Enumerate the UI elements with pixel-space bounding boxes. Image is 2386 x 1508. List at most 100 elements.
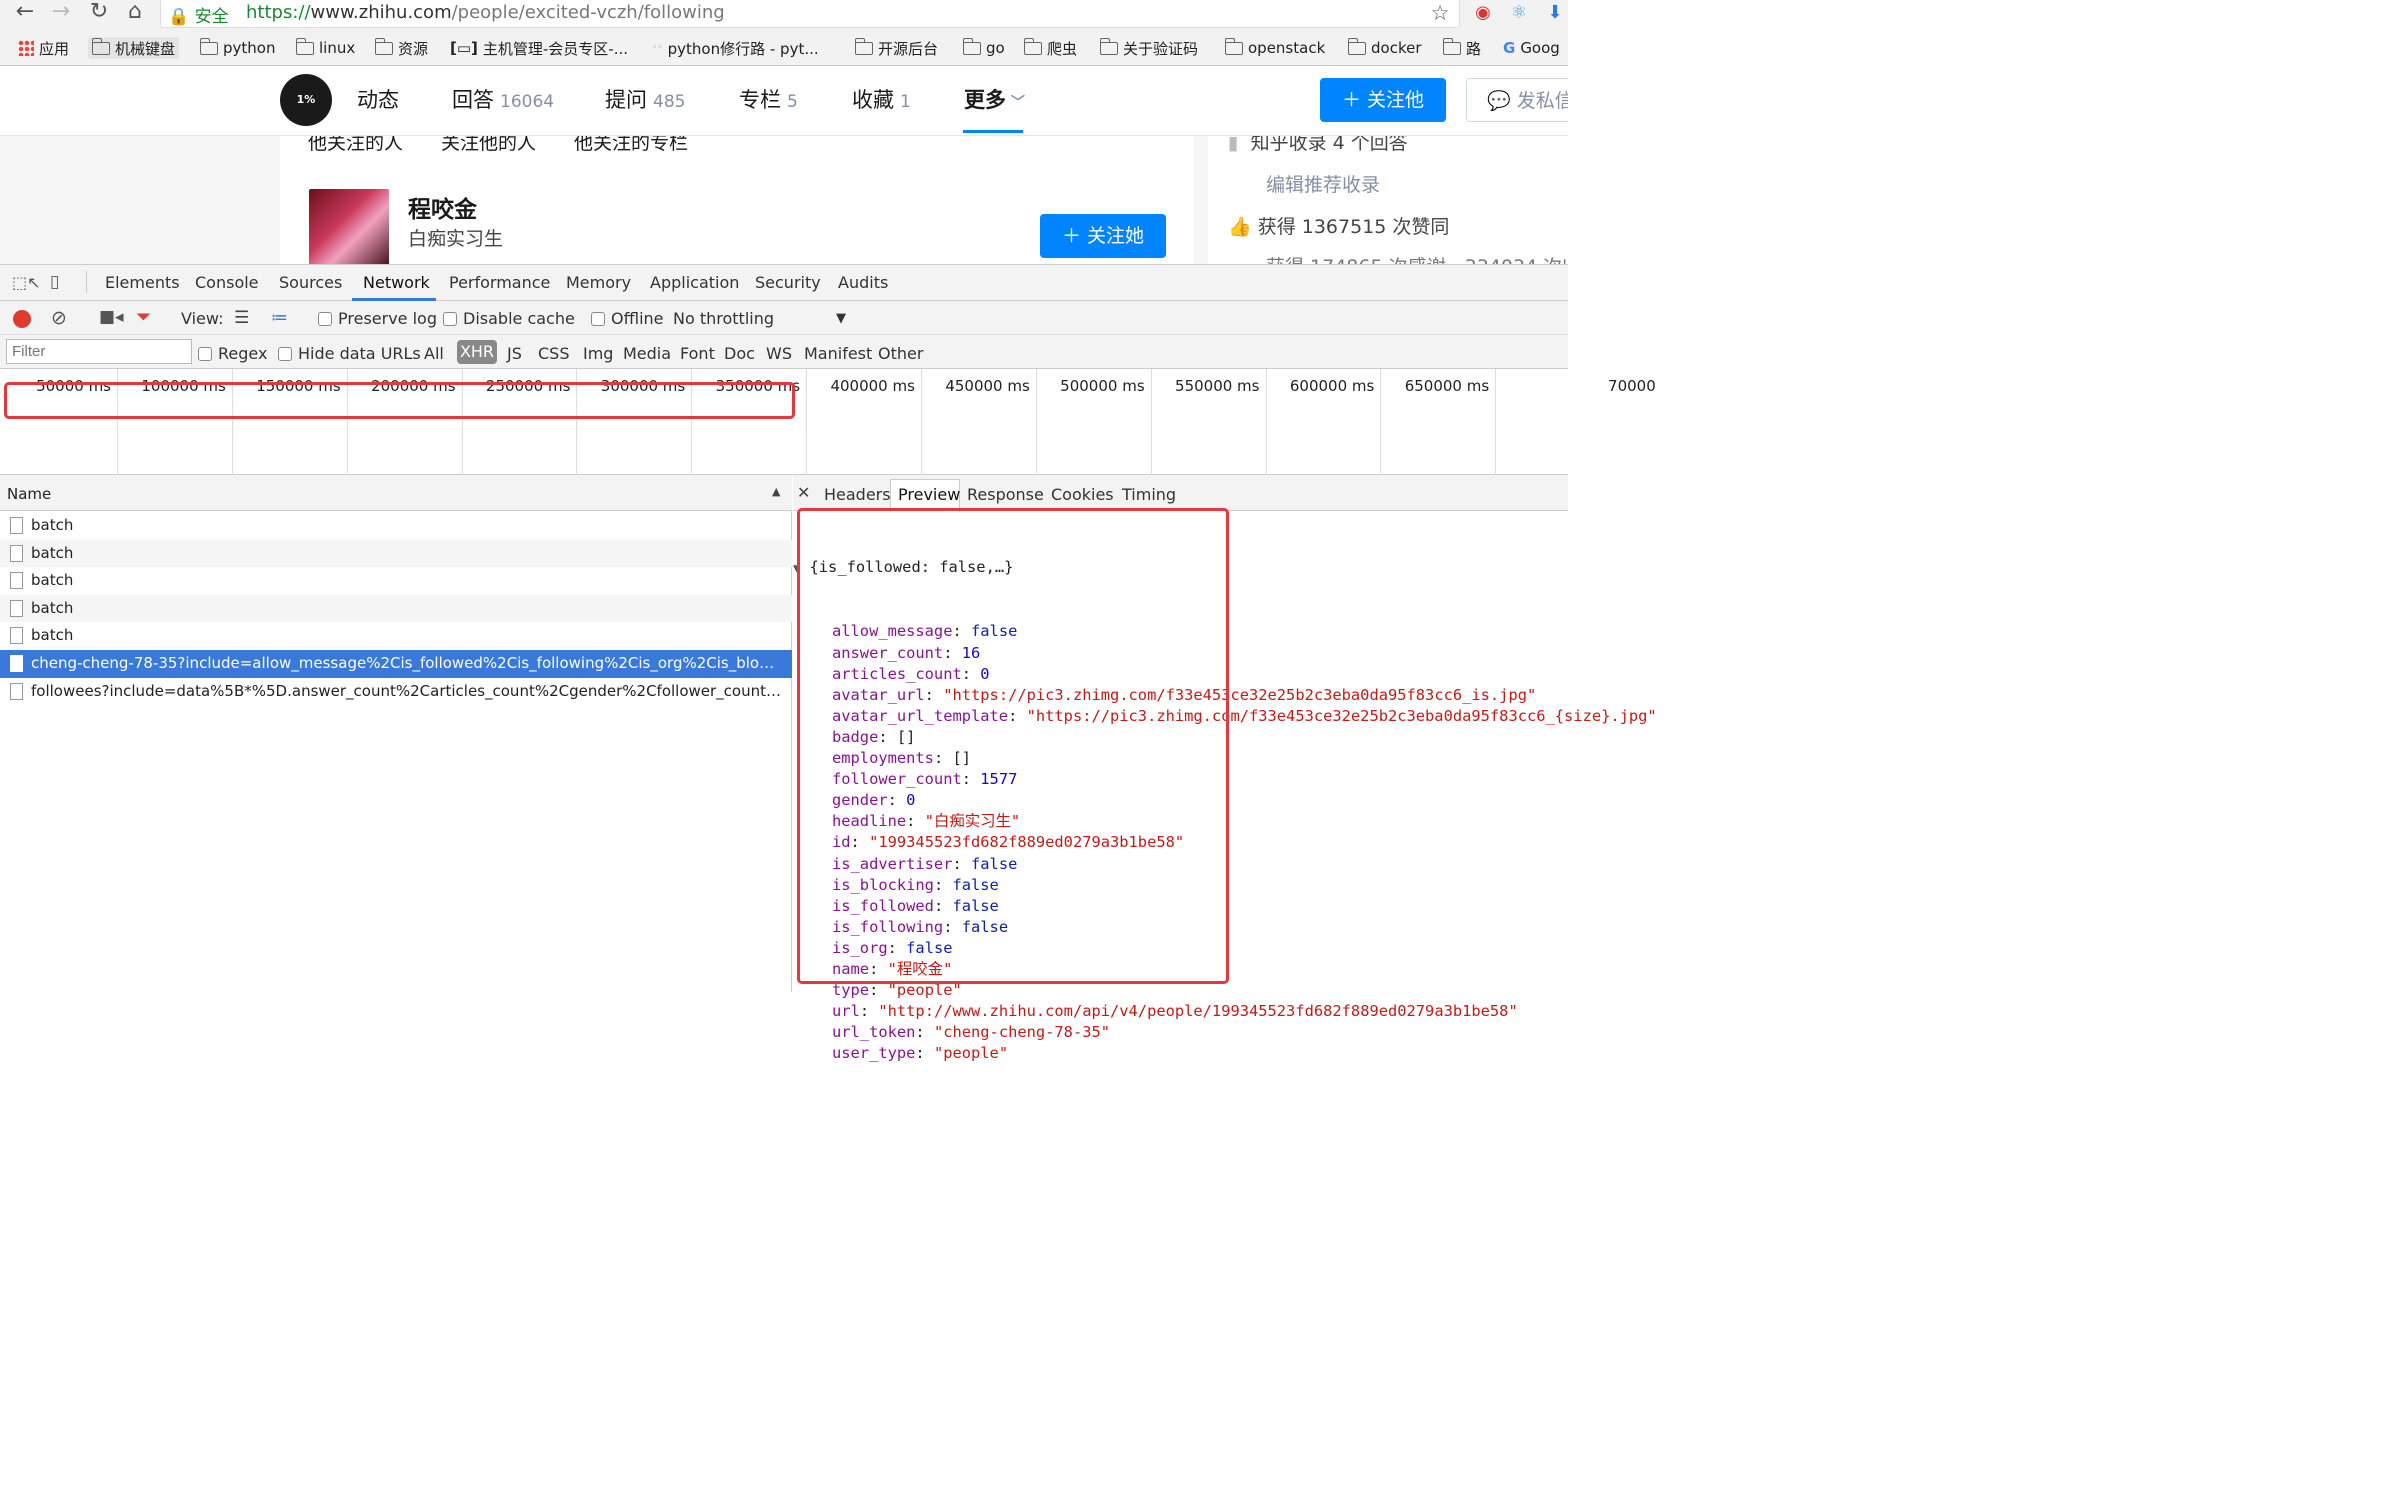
record-icon[interactable] <box>13 310 31 328</box>
disable-cache-checkbox[interactable]: Disable cache <box>443 309 575 328</box>
request-row[interactable]: cheng-cheng-78-35?include=allow_message%… <box>0 650 792 678</box>
tab-performance[interactable]: Performance <box>449 273 550 292</box>
url-text[interactable]: https://www.zhihu.com/people/excited-vcz… <box>246 2 725 23</box>
json-property[interactable]: url_token: "cheng-cheng-78-35" <box>793 1022 1568 1043</box>
back-icon[interactable]: ← <box>10 0 40 26</box>
tab-collections[interactable]: 收藏 1 <box>852 84 911 114</box>
edit-recommend-link[interactable]: 编辑推荐收录 <box>1266 170 1380 197</box>
send-message-button[interactable]: 💬 发私信 <box>1466 78 1568 122</box>
bookmark-link[interactable]: G Goog <box>1503 37 1560 59</box>
filter-input[interactable] <box>6 339 192 364</box>
bookmark-folder[interactable]: python <box>200 37 275 59</box>
preserve-log-checkbox[interactable]: Preserve log <box>318 309 437 328</box>
offline-checkbox[interactable]: Offline <box>591 309 664 328</box>
tab-headers[interactable]: Headers <box>824 485 891 504</box>
bookmark-link[interactable]: ◦◦ python修行路 - pyt... <box>652 37 819 59</box>
request-row[interactable]: batch <box>0 622 792 650</box>
large-rows-icon[interactable]: ☰ <box>234 308 249 328</box>
tab-questions[interactable]: 提问 485 <box>605 84 685 114</box>
close-icon[interactable]: ✕ <box>797 483 810 502</box>
tab-security[interactable]: Security <box>755 273 821 292</box>
filter-type-js[interactable]: JS <box>507 344 522 363</box>
request-row[interactable]: batch <box>0 567 792 595</box>
request-row[interactable]: followees?include=data%5B*%5D.answer_cou… <box>0 678 792 706</box>
bookmark-folder[interactable]: go <box>963 37 1005 59</box>
tab-more[interactable]: 更多 ﹀ <box>964 84 1025 114</box>
tab-columns[interactable]: 专栏 5 <box>739 84 798 114</box>
bookmark-folder[interactable]: docker <box>1348 37 1422 59</box>
avatar[interactable] <box>309 189 389 264</box>
reload-icon[interactable]: ↻ <box>84 0 114 26</box>
tab-cookies[interactable]: Cookies <box>1051 485 1114 504</box>
tab-label: 提问 <box>605 88 647 112</box>
clear-icon[interactable]: ⊘ <box>51 307 67 329</box>
bookmark-folder[interactable]: 开源后台 <box>855 37 938 59</box>
checkbox[interactable] <box>318 312 332 326</box>
checkbox[interactable] <box>278 347 292 361</box>
regex-checkbox[interactable]: Regex <box>198 344 267 363</box>
bookmark-folder[interactable]: linux <box>296 37 355 59</box>
translate-extension-icon[interactable]: ◉ <box>1471 2 1495 26</box>
filter-type-media[interactable]: Media <box>623 344 671 363</box>
checkbox[interactable] <box>198 347 212 361</box>
checkbox-label: Offline <box>611 309 664 328</box>
checkbox[interactable] <box>591 312 605 326</box>
zhihu-logo[interactable]: 1% <box>280 74 332 126</box>
tab-elements[interactable]: Elements <box>105 273 180 292</box>
bookmark-folder[interactable]: 关于验证码 <box>1100 37 1198 59</box>
react-extension-icon[interactable]: ⚛ <box>1507 2 1531 26</box>
bookmark-folder[interactable]: 爬虫 <box>1024 37 1077 59</box>
checkbox[interactable] <box>443 312 457 326</box>
bookmark-link[interactable]: [▭] 主机管理-会员专区-... <box>450 37 628 59</box>
filter-type-xhr[interactable]: XHR <box>457 340 497 364</box>
tab-preview[interactable]: Preview <box>898 485 960 504</box>
bookmark-folder[interactable]: 资源 <box>375 37 428 59</box>
tab-activity[interactable]: 动态 <box>357 84 399 114</box>
tab-label: 更多 <box>964 88 1006 112</box>
tab-network[interactable]: Network <box>363 273 430 292</box>
overview-icon[interactable]: ≔ <box>271 308 288 328</box>
inspect-element-icon[interactable]: ⬚↖ <box>12 273 41 292</box>
filter-type-manifest[interactable]: Manifest <box>804 344 872 363</box>
user-name[interactable]: 程咬金 <box>408 190 477 224</box>
json-property[interactable]: url: "http://www.zhihu.com/api/v4/people… <box>793 1001 1568 1022</box>
filter-type-all[interactable]: All <box>424 344 444 363</box>
bookmark-apps[interactable]: 应用 <box>18 37 69 59</box>
device-toolbar-icon[interactable]: ▯ <box>50 272 59 292</box>
tab-timing[interactable]: Timing <box>1122 485 1176 504</box>
tab-answers[interactable]: 回答 16064 <box>452 84 554 114</box>
bookmark-folder[interactable]: 机械键盘 <box>88 37 180 59</box>
name-column-header[interactable]: Name <box>0 475 792 511</box>
capture-screenshots-icon[interactable]: ■◂ <box>99 307 124 327</box>
tab-application[interactable]: Application <box>650 273 739 292</box>
filter-icon[interactable]: ⏷ <box>136 306 151 328</box>
request-row[interactable]: batch <box>0 539 792 568</box>
bookmark-folder[interactable]: 路 <box>1443 37 1481 59</box>
follow-him-button[interactable]: ＋ 关注他 <box>1320 78 1446 122</box>
filter-type-doc[interactable]: Doc <box>724 344 755 363</box>
tab-console[interactable]: Console <box>195 273 259 292</box>
throttling-select[interactable]: No throttling <box>673 309 774 328</box>
bookmark-folder[interactable]: openstack <box>1225 37 1325 59</box>
forward-icon[interactable]: → <box>46 0 76 26</box>
request-row[interactable]: batch <box>0 512 792 540</box>
request-row[interactable]: batch <box>0 594 792 623</box>
secure-indicator[interactable]: 🔒 安全 <box>168 2 229 27</box>
hide-data-urls-checkbox[interactable]: Hide data URLs <box>278 344 421 363</box>
tab-memory[interactable]: Memory <box>566 273 631 292</box>
filter-type-ws[interactable]: WS <box>766 344 792 363</box>
dropdown-arrow-icon[interactable]: ▼ <box>836 311 846 326</box>
tab-response[interactable]: Response <box>967 485 1044 504</box>
sort-ascending-icon[interactable]: ▲ <box>772 485 780 498</box>
filter-type-font[interactable]: Font <box>680 344 715 363</box>
star-icon[interactable]: ☆ <box>1428 2 1452 26</box>
tab-audits[interactable]: Audits <box>838 273 888 292</box>
follow-her-button[interactable]: ＋ 关注她 <box>1040 214 1166 258</box>
filter-type-css[interactable]: CSS <box>538 344 569 363</box>
download-extension-icon[interactable]: ⬇ <box>1543 2 1567 26</box>
json-property[interactable]: user_type: "people" <box>793 1043 1568 1064</box>
filter-type-img[interactable]: Img <box>583 344 613 363</box>
tab-sources[interactable]: Sources <box>279 273 342 292</box>
home-icon[interactable]: ⌂ <box>120 0 150 26</box>
filter-type-other[interactable]: Other <box>878 344 923 363</box>
